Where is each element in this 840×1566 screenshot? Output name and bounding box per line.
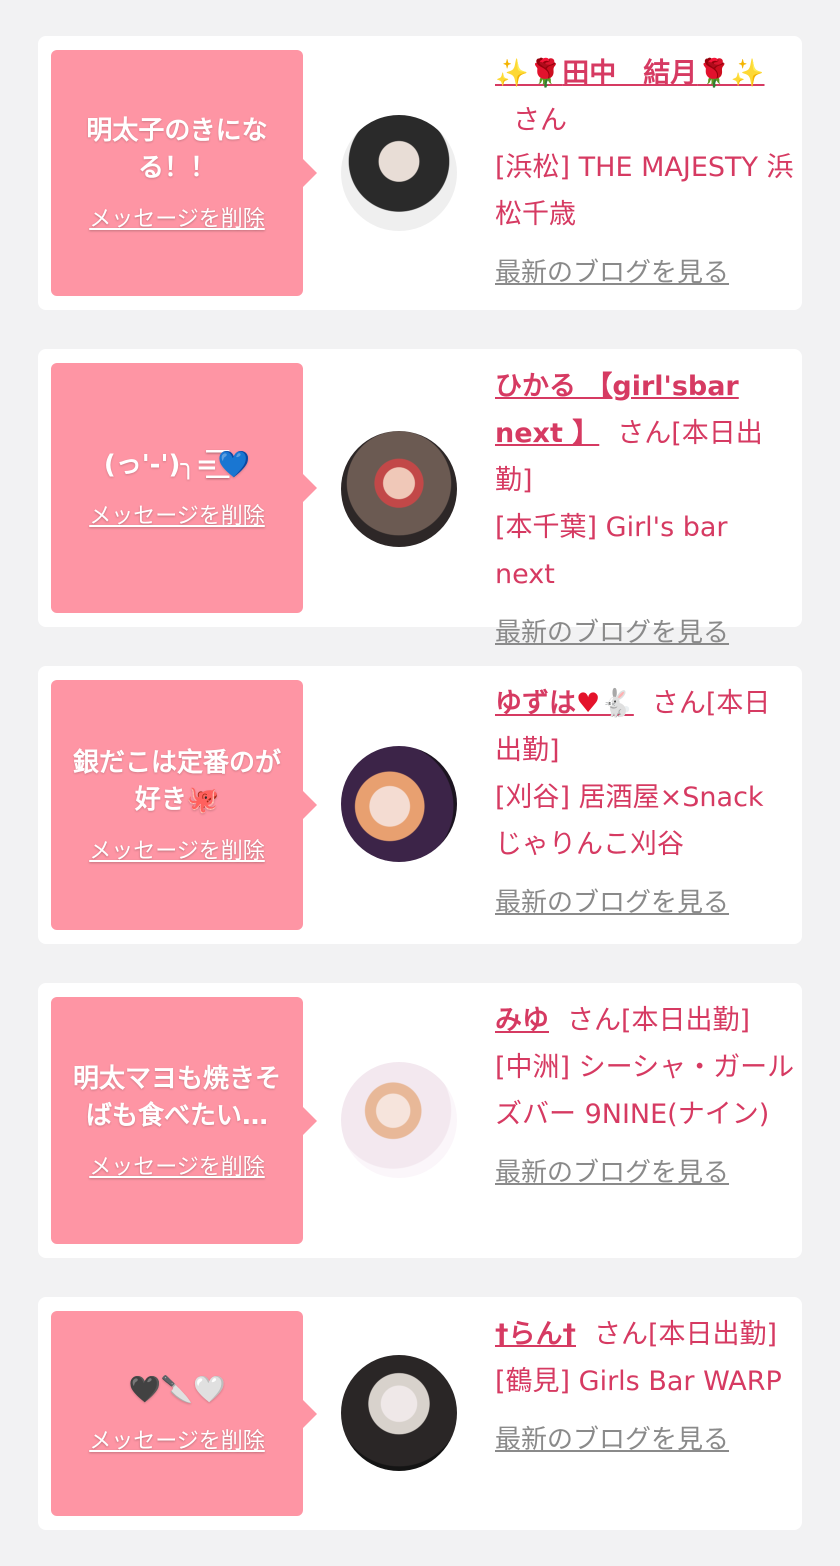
san-label: さん [594, 1319, 648, 1350]
profile-info: ひかる 【girl'sbar next 】さん[本日出勤] [本千葉] Girl… [495, 363, 795, 657]
shop-name: [本千葉] Girl's bar next [495, 512, 728, 590]
profile-avatar[interactable] [341, 746, 457, 862]
profile-name-link[interactable]: みゆ [495, 1005, 549, 1036]
profile-name-link[interactable]: ✨🌹田中 結月🌹✨ [495, 58, 765, 89]
delete-message-link[interactable]: メッセージを削除 [89, 498, 265, 530]
profile-name-link[interactable]: ゆずは♥🐇 [495, 688, 634, 719]
view-blog-link[interactable]: 最新のブログを見る [495, 250, 729, 297]
message-card: 🖤🔪🤍 メッセージを削除 †らん† さん[本日出勤] [鶴見] Girls Bar… [38, 1297, 802, 1530]
message-card: (っ'-')╮=͟͟͞͞💙 メッセージを削除 ひかる 【girl'sbar ne… [38, 349, 802, 648]
shop-name: [浜松] THE MAJESTY 浜松千歳 [495, 152, 794, 230]
message-bubble: 🖤🔪🤍 メッセージを削除 [51, 1311, 317, 1516]
profile-avatar[interactable] [341, 1355, 457, 1471]
message-bubble: (っ'-')╮=͟͟͞͞💙 メッセージを削除 [51, 363, 317, 613]
profile-info: みゆ さん[本日出勤] [中洲] シーシャ・ガールズバー 9NINE(ナイン) 最… [495, 997, 795, 1197]
shop-name: [中洲] シーシャ・ガールズバー 9NINE(ナイン) [495, 1052, 795, 1130]
name-suffix-emoji: 🌹✨ [697, 58, 765, 89]
profile-info: ✨🌹田中 結月🌹✨ さん [浜松] THE MAJESTY 浜松千歳 最新のブログ… [495, 50, 795, 297]
view-blog-link[interactable]: 最新のブログを見る [495, 1150, 729, 1197]
profile-name: ゆずは [495, 688, 576, 719]
status-label: [本日出勤] [648, 1319, 778, 1350]
message-text: (っ'-')╮=͟͟͞͞💙 [103, 449, 251, 480]
message-text: 🖤🔪🤍 [128, 1375, 226, 1405]
shop-name: [刈谷] 居酒屋×Snack じゃりんこ刈谷 [495, 782, 764, 860]
message-card: 明太マヨも焼きそばも食べたい… メッセージを削除 みゆ さん[本日出勤] [中洲]… [38, 983, 802, 1258]
message-text: 明太子のきになる！！ [86, 116, 268, 183]
message-text: 銀だこは定番のが好き🐙 [72, 748, 281, 815]
profile-info: ゆずは♥🐇 さん[本日出勤] [刈谷] 居酒屋×Snack じゃりんこ刈谷 最新の… [495, 680, 795, 927]
delete-message-link[interactable]: メッセージを削除 [89, 201, 265, 233]
status-label: [本日出勤] [621, 1005, 751, 1036]
name-prefix-emoji: ✨🌹 [495, 58, 563, 89]
view-blog-link[interactable]: 最新のブログを見る [495, 610, 729, 657]
profile-avatar[interactable] [341, 115, 457, 231]
message-bubble: 銀だこは定番のが好き🐙 メッセージを削除 [51, 680, 317, 930]
profile-info: †らん† さん[本日出勤] [鶴見] Girls Bar WARP 最新のブログを… [495, 1311, 795, 1464]
message-bubble: 明太マヨも焼きそばも食べたい… メッセージを削除 [51, 997, 317, 1244]
message-list: 明太子のきになる！！ メッセージを削除 ✨🌹田中 結月🌹✨ さん [浜松] THE… [0, 0, 840, 1566]
message-card: 銀だこは定番のが好き🐙 メッセージを削除 ゆずは♥🐇 さん[本日出勤] [刈谷] … [38, 666, 802, 944]
san-label: さん [513, 105, 567, 136]
profile-avatar[interactable] [341, 431, 457, 547]
profile-name: 田中 結月 [562, 58, 698, 89]
view-blog-link[interactable]: 最新のブログを見る [495, 1417, 729, 1464]
name-suffix-emoji: ♥🐇 [576, 688, 634, 719]
delete-message-link[interactable]: メッセージを削除 [89, 833, 265, 865]
delete-message-link[interactable]: メッセージを削除 [89, 1149, 265, 1181]
san-label: さん [651, 688, 706, 719]
profile-name-link[interactable]: †らん† [495, 1319, 576, 1350]
message-card: 明太子のきになる！！ メッセージを削除 ✨🌹田中 結月🌹✨ さん [浜松] THE… [38, 36, 802, 310]
view-blog-link[interactable]: 最新のブログを見る [495, 880, 729, 927]
san-label: さん [567, 1005, 621, 1036]
message-bubble: 明太子のきになる！！ メッセージを削除 [51, 50, 317, 296]
shop-name: [鶴見] Girls Bar WARP [495, 1366, 782, 1397]
profile-avatar[interactable] [341, 1062, 457, 1178]
san-label: さん [617, 418, 672, 449]
message-text: 明太マヨも焼きそばも食べたい… [72, 1063, 281, 1131]
delete-message-link[interactable]: メッセージを削除 [89, 1423, 265, 1455]
